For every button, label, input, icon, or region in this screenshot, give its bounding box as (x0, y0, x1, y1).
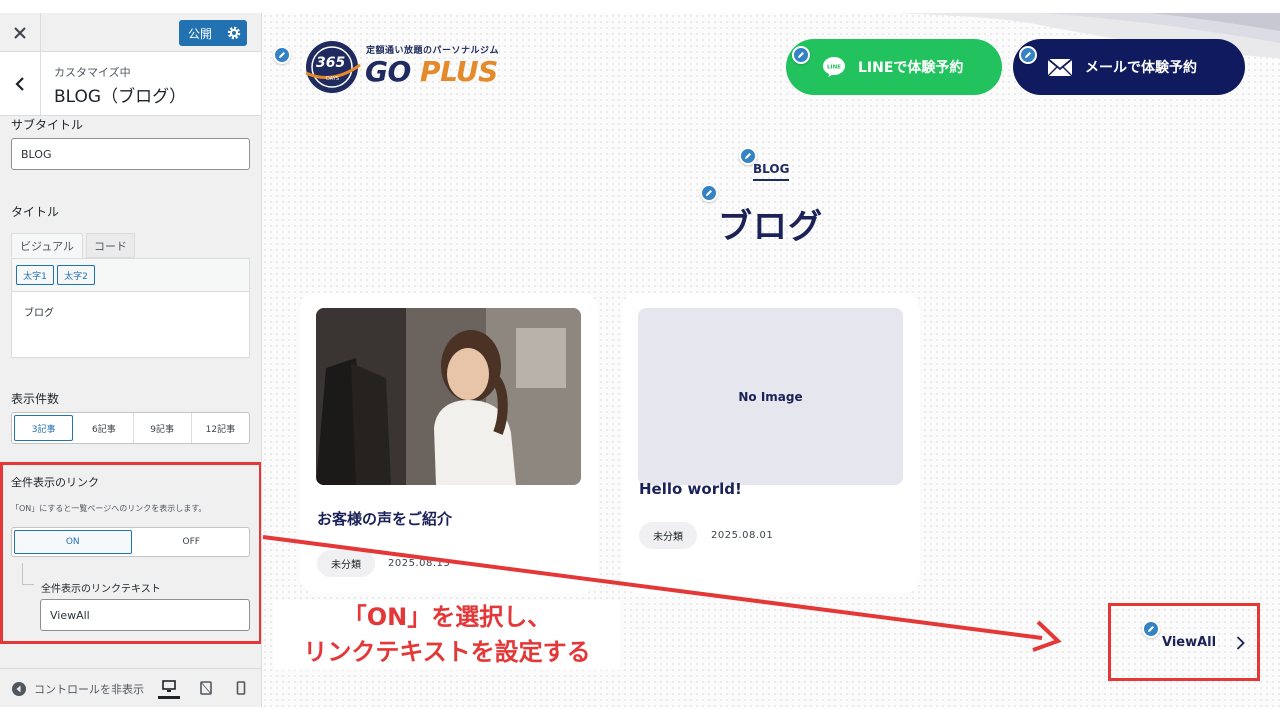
count-option-3[interactable]: 3記事 (14, 415, 74, 441)
edit-mail-button-icon[interactable] (1019, 46, 1037, 64)
callout-line-1: 「ON」を選択し、 (342, 603, 552, 631)
annotation-callout: 「ON」を選択し、 リンクテキストを設定する (274, 600, 620, 670)
logo-name: GO PLUS (365, 55, 498, 88)
logo-name-go: GO (365, 55, 411, 88)
blog-card[interactable]: お客様の声をご紹介 未分類 2025.08.13 (300, 293, 598, 593)
chevron-left-icon (15, 77, 24, 91)
line-button-label: LINEで体験予約 (858, 60, 964, 76)
blog-card[interactable]: No Image Hello world! 未分類 2025.08.01 (622, 293, 920, 593)
customizing-label: カスタマイズ中 (54, 66, 131, 79)
card-title[interactable]: お客様の声をご紹介 (317, 508, 452, 529)
collapse-icon (12, 682, 26, 696)
publish-label: 公開 (188, 26, 213, 41)
title-label: タイトル (11, 205, 60, 219)
callout-line-2: リンクテキストを設定する (303, 637, 591, 666)
customizer-sidebar: 公開 カスタマイズ中 BLOG（ブログ） サブタイトル BLOG タイトル ビジ… (0, 13, 262, 707)
count-option-9[interactable]: 9記事 (134, 413, 192, 443)
tab-visual[interactable]: ビジュアル (11, 233, 83, 258)
edit-section-subtitle-icon[interactable] (739, 147, 757, 165)
logo-name-plus: PLUS (420, 55, 498, 88)
section-title: ブログ (718, 207, 823, 247)
title-editor[interactable]: ブログ (11, 291, 250, 358)
site-logo[interactable]: 365 DAYS 定額通い放題のパーソナルジム GO PLUS (302, 39, 502, 95)
no-image-text: No Image (738, 389, 803, 404)
bold2-button[interactable]: 太字2 (57, 265, 95, 285)
subtitle-label: サブタイトル (11, 118, 84, 132)
count-selector: 3記事 6記事 9記事 12記事 (11, 412, 250, 444)
section-title: BLOG（ブログ） (54, 87, 187, 107)
count-label: 表示件数 (11, 392, 60, 406)
toggle-off[interactable]: OFF (134, 528, 250, 556)
subtitle-input[interactable]: BLOG (11, 138, 250, 170)
category-badge[interactable]: 未分類 (317, 550, 375, 577)
post-date: 2025.08.13 (388, 558, 451, 569)
line-reserve-button[interactable]: LINE LINEで体験予約 (786, 39, 1002, 95)
controls-panel[interactable]: サブタイトル BLOG タイトル ビジュアル コード 太字1 太字2 ブログ 表… (0, 116, 261, 668)
mail-reserve-button[interactable]: メールで体験予約 (1013, 39, 1245, 95)
category-badge[interactable]: 未分類 (639, 522, 697, 549)
toggle-on[interactable]: ON (14, 530, 132, 554)
count-option-12[interactable]: 12記事 (192, 413, 249, 443)
collapse-label: コントロールを非表示 (34, 683, 144, 696)
link-text-input[interactable]: ViewAll (40, 599, 250, 631)
link-toggle: ON OFF (11, 527, 250, 557)
chevron-right-icon (1236, 635, 1245, 650)
tree-connector (22, 563, 34, 585)
link-label: 全件表示のリンク (11, 476, 99, 489)
edit-section-title-icon[interactable] (700, 184, 718, 202)
card-title[interactable]: Hello world! (639, 480, 742, 498)
logo-badge-sub: DAYS (326, 76, 340, 82)
site-preview: 365 DAYS 定額通い放題のパーソナルジム GO PLUS LINE LIN… (262, 13, 1280, 707)
tablet-preview-button[interactable] (195, 677, 217, 699)
desktop-preview-button[interactable] (158, 677, 180, 699)
mail-icon (1047, 57, 1073, 76)
post-date: 2025.08.01 (711, 530, 774, 541)
close-customizer-button[interactable] (0, 13, 41, 52)
bold1-button[interactable]: 太字1 (16, 265, 54, 285)
logo-badge-number: 365 (316, 55, 346, 71)
edit-line-button-icon[interactable] (792, 46, 810, 64)
back-button[interactable] (0, 52, 41, 116)
woman-photo-image (316, 308, 581, 485)
link-text-label: 全件表示のリンクテキスト (41, 584, 161, 595)
section-subtitle: BLOG (753, 162, 790, 181)
desktop-icon (162, 680, 176, 692)
count-option-6[interactable]: 6記事 (75, 413, 134, 443)
tab-code[interactable]: コード (86, 233, 135, 258)
viewall-label: ViewAll (1162, 635, 1217, 650)
edit-logo-icon[interactable] (273, 46, 291, 64)
gear-icon[interactable] (226, 25, 242, 41)
customizer-header-bar: 公開 (0, 13, 261, 52)
svg-text:LINE: LINE (827, 65, 841, 71)
editor-toolbar: 太字1 太字2 (11, 258, 250, 292)
viewall-link[interactable]: ViewAll (1162, 635, 1245, 650)
publish-button[interactable]: 公開 (179, 20, 247, 46)
link-description: 「ON」にすると一覧ページへのリンクを表示します。 (11, 504, 207, 513)
mail-button-label: メールで体験予約 (1085, 60, 1197, 76)
card-photo[interactable] (316, 308, 581, 485)
section-header: カスタマイズ中 BLOG（ブログ） (0, 52, 261, 116)
no-image-placeholder[interactable]: No Image (638, 308, 903, 485)
line-icon: LINE (823, 57, 845, 77)
mobile-preview-button[interactable] (230, 677, 252, 699)
customizer-footer: コントロールを非表示 (0, 668, 261, 707)
tablet-icon (200, 681, 212, 695)
close-icon (14, 26, 26, 39)
mobile-icon (236, 681, 246, 695)
collapse-controls-button[interactable]: コントロールを非表示 (12, 681, 144, 697)
